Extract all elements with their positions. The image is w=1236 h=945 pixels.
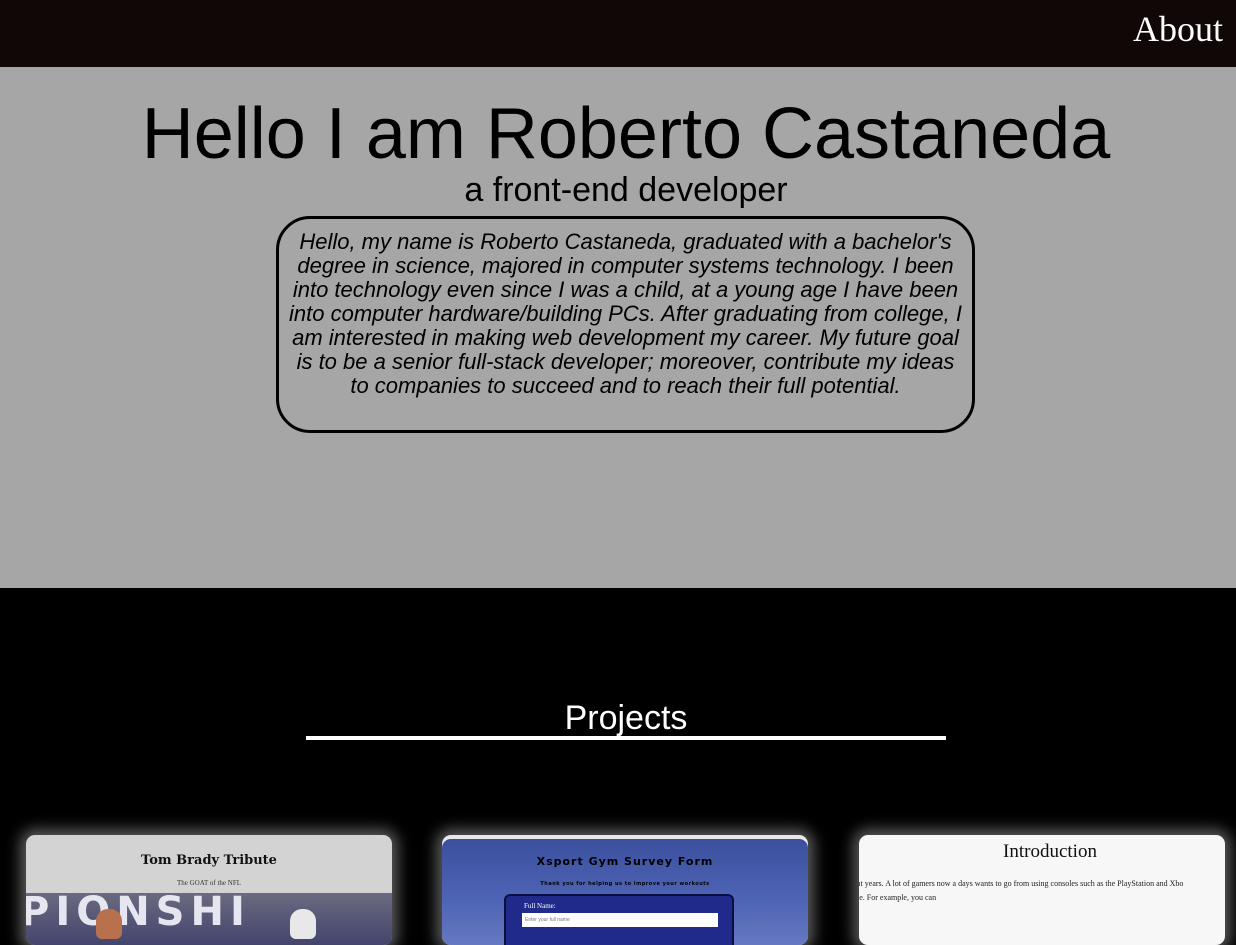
text-line: ent years. A lot of gamers now a days wa… [859,879,1184,888]
survey-form-preview: Full Name: [504,894,734,945]
projects-heading: Projects [306,698,946,740]
project-card-text: ent years. A lot of gamers now a days wa… [859,877,1225,905]
project-card-title: Introduction [1003,841,1097,862]
top-navbar: About [0,0,1236,67]
project-card-introduction[interactable]: Introduction ent years. A lot of gamers … [859,835,1225,945]
hero-section: Hello I am Roberto Castaneda a front-end… [0,67,1236,588]
text-line: ble. For example, you can [859,893,937,902]
full-name-field [522,913,718,927]
hero-subtitle: a front-end developer [464,171,788,209]
hero-title: Hello I am Roberto Castaneda [141,94,1111,174]
project-card-gym-survey[interactable]: Xsport Gym Survey Form Thank you for hel… [442,835,808,945]
bio-paragraph: Hello, my name is Roberto Castaneda, gra… [276,216,975,433]
fist-image [96,909,122,939]
project-preview-image: PIONSHI [26,893,392,945]
fist-image [290,909,316,939]
project-card-subtitle: The GOAT of the NFL [176,879,242,887]
project-card-tom-brady-tribute[interactable]: Tom Brady Tribute The GOAT of the NFL PI… [26,835,392,945]
banner-text: PIONSHI [26,893,251,935]
project-card-title: Tom Brady Tribute [141,853,277,868]
full-name-label: Full Name: [524,902,556,910]
project-card-subtitle: Thank you for helping us to improve your… [540,881,710,887]
project-card-title: Xsport Gym Survey Form [536,855,714,868]
nav-link-about[interactable]: About [1133,8,1223,50]
